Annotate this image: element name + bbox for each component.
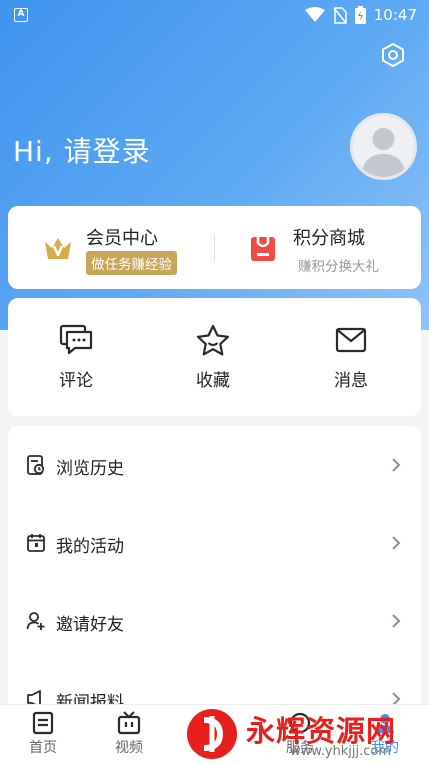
points-mall-subtitle: 赚积分换大礼 (298, 259, 379, 275)
nav-label: 视频 (115, 740, 143, 756)
member-center-title: 会员中心 (86, 228, 158, 249)
points-mall-title: 积分商城 (293, 228, 365, 249)
messages-label: 消息 (334, 371, 368, 391)
favorites-button[interactable]: 收藏 (163, 324, 263, 394)
login-prompt[interactable]: Hi, 请登录 (13, 130, 151, 170)
wifi-icon (304, 7, 325, 22)
menu-label: 邀请好友 (56, 615, 124, 635)
chevron-right-icon (392, 458, 401, 472)
star-icon (196, 324, 230, 356)
nav-home[interactable]: 首页 (13, 711, 73, 757)
settings-hexagon-icon (382, 43, 404, 67)
comments-label: 评论 (59, 371, 93, 391)
member-card: 会员中心 做任务赚经验 积分商城 赚积分换大礼 (8, 206, 421, 289)
home-icon (32, 711, 54, 735)
user-avatar-icon (361, 128, 406, 177)
quick-actions-card: 评论 收藏 消息 (8, 298, 421, 416)
tv-icon (117, 711, 141, 735)
mail-icon (335, 327, 367, 353)
nav-label: 首页 (29, 740, 57, 756)
chevron-right-icon (392, 614, 401, 628)
battery-icon (354, 6, 366, 24)
history-icon (27, 455, 45, 475)
status-icons: 10:47 (304, 5, 417, 25)
watermark-logo (187, 709, 237, 759)
calendar-icon (27, 534, 45, 552)
favorites-label: 收藏 (196, 371, 230, 391)
member-task-badge: 做任务赚经验 (86, 251, 177, 275)
avatar[interactable] (350, 113, 417, 180)
watermark-url: www.yhkjjj.com (290, 744, 392, 759)
menu-label: 我的活动 (56, 537, 124, 557)
settings-button[interactable] (378, 40, 408, 70)
status-time: 10:47 (373, 6, 417, 24)
chevron-right-icon (392, 536, 401, 550)
comments-button[interactable]: 评论 (26, 324, 126, 394)
divider (214, 234, 215, 262)
invite-user-icon (26, 612, 45, 630)
menu-list: 浏览历史 我的活动 邀请好友 新闻报料 (8, 426, 421, 716)
shopping-bag-icon (251, 237, 275, 261)
menu-item-my-activities[interactable]: 我的活动 (8, 504, 421, 582)
nav-video[interactable]: 视频 (99, 711, 159, 757)
status-bar: A 10:47 (0, 0, 429, 30)
menu-label: 浏览历史 (56, 459, 124, 479)
member-center-button[interactable]: 会员中心 做任务赚经验 (43, 222, 223, 277)
watermark: 永辉资源网 www.yhkjjj.com (180, 704, 429, 764)
menu-item-browse-history[interactable]: 浏览历史 (8, 426, 421, 504)
points-mall-button[interactable]: 积分商城 赚积分换大礼 (248, 222, 418, 277)
crown-icon (45, 238, 71, 259)
no-sim-icon (333, 6, 347, 24)
app-notification-icon: A (14, 8, 28, 22)
menu-item-invite-friends[interactable]: 邀请好友 (8, 582, 421, 660)
comment-icon (59, 324, 93, 355)
messages-button[interactable]: 消息 (301, 324, 401, 394)
